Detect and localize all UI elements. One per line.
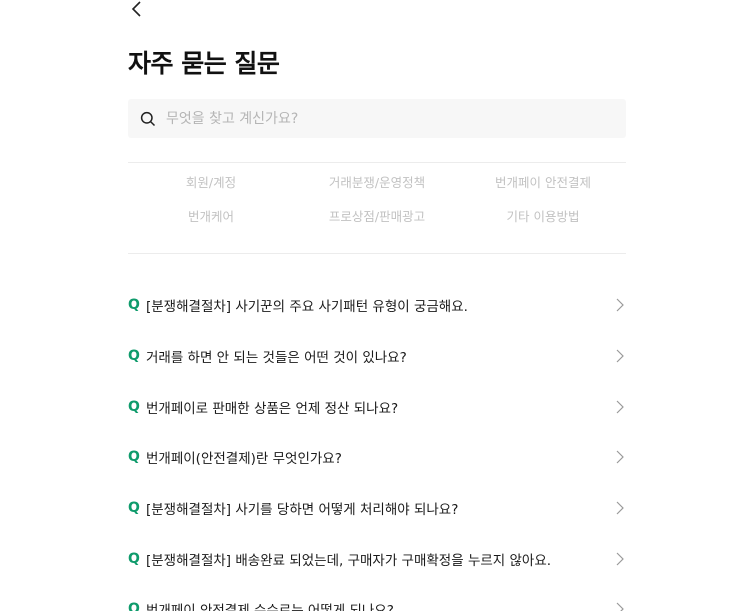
category-bunjang-care[interactable]: 번개케어 <box>128 208 294 225</box>
q-marker: Q <box>128 449 140 466</box>
divider <box>128 162 626 163</box>
faq-question: [분쟁해결절차] 사기를 당하면 어떻게 처리해야 되나요? <box>146 502 459 519</box>
category-grid: 회원/계정 거래분쟁/운영정책 번개페이 안전결제 번개케어 프로상점/판매광고… <box>128 174 626 225</box>
chevron-right-icon <box>616 450 624 464</box>
q-marker: Q <box>128 601 140 611</box>
q-marker: Q <box>128 297 140 314</box>
faq-question: [분쟁해결절차] 배송완료 되었는데, 구매자가 구매확정을 누르지 않아요. <box>146 552 552 569</box>
faq-item[interactable]: Q [분쟁해결절차] 사기꾼의 주요 사기패턴 유형이 궁금해요. <box>128 280 626 331</box>
faq-item[interactable]: Q 번개페이 안전결제 수수료는 어떻게 되나요? <box>128 584 626 611</box>
category-dispute-policy[interactable]: 거래분쟁/운영정책 <box>294 174 460 191</box>
category-member-account[interactable]: 회원/계정 <box>128 174 294 191</box>
q-marker: Q <box>128 398 140 415</box>
page-title: 자주 묻는 질문 <box>128 49 280 78</box>
search-bar[interactable] <box>128 99 626 138</box>
chevron-right-icon <box>616 349 624 363</box>
category-bunjang-pay[interactable]: 번개페이 안전결제 <box>460 174 626 191</box>
faq-item[interactable]: Q 거래를 하면 안 되는 것들은 어떤 것이 있나요? <box>128 331 626 382</box>
back-button[interactable] <box>128 0 148 20</box>
faq-item[interactable]: Q 번개페이로 판매한 상품은 언제 정산 되나요? <box>128 381 626 432</box>
category-other-usage[interactable]: 기타 이용방법 <box>460 208 626 225</box>
search-input[interactable] <box>164 109 608 128</box>
chevron-right-icon <box>616 603 624 611</box>
faq-question: 번개페이 안전결제 수수료는 어떻게 되나요? <box>146 599 394 611</box>
chevron-left-icon <box>131 1 141 17</box>
faq-list: Q [분쟁해결절차] 사기꾼의 주요 사기패턴 유형이 궁금해요. Q 거래를 … <box>128 280 626 611</box>
category-pro-shop-ads[interactable]: 프로상점/판매광고 <box>294 208 460 225</box>
chevron-right-icon <box>616 298 624 312</box>
divider <box>128 253 626 254</box>
faq-question: 거래를 하면 안 되는 것들은 어떤 것이 있나요? <box>146 350 407 367</box>
q-marker: Q <box>128 550 140 567</box>
chevron-right-icon <box>616 400 624 414</box>
q-marker: Q <box>128 348 140 365</box>
faq-item[interactable]: Q [분쟁해결절차] 사기를 당하면 어떻게 처리해야 되나요? <box>128 483 626 534</box>
faq-item[interactable]: Q [분쟁해결절차] 배송완료 되었는데, 구매자가 구매확정을 누르지 않아요… <box>128 533 626 584</box>
q-marker: Q <box>128 500 140 517</box>
faq-item[interactable]: Q 번개페이(안전결제)란 무엇인가요? <box>128 432 626 483</box>
search-icon <box>140 111 156 126</box>
chevron-right-icon <box>616 552 624 566</box>
chevron-right-icon <box>616 501 624 515</box>
faq-question: 번개페이(안전결제)란 무엇인가요? <box>146 451 342 468</box>
faq-question: [분쟁해결절차] 사기꾼의 주요 사기패턴 유형이 궁금해요. <box>146 299 468 316</box>
faq-question: 번개페이로 판매한 상품은 언제 정산 되나요? <box>146 400 399 417</box>
